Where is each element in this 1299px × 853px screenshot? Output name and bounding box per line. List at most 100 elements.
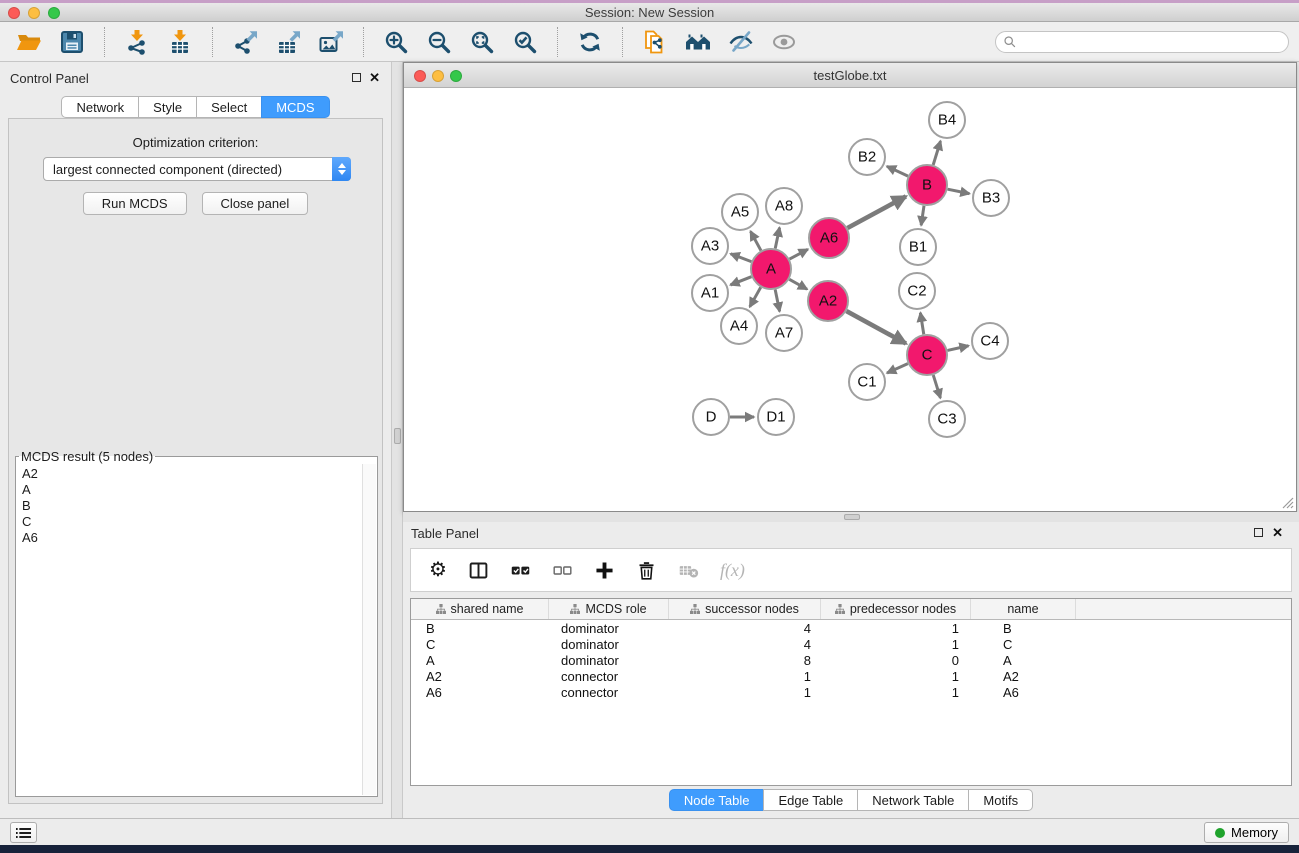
edge-A6-B[interactable] (847, 196, 905, 228)
table-row[interactable]: A2connector11A2 (411, 668, 1291, 684)
run-mcds-button[interactable]: Run MCDS (83, 192, 187, 215)
column-header-name[interactable]: name (971, 599, 1076, 619)
table-cell[interactable]: 8 (669, 653, 821, 668)
table-cell[interactable]: C (971, 637, 1076, 652)
table-cell[interactable]: connector (549, 669, 669, 684)
eye-button[interactable] (767, 25, 801, 59)
result-item[interactable]: A (22, 482, 362, 498)
clear-checkboxes-button[interactable] (552, 555, 573, 585)
search-input[interactable] (1021, 33, 1288, 51)
result-item[interactable]: A2 (22, 466, 362, 482)
select-all-checkboxes-button[interactable] (510, 555, 531, 585)
table-cell[interactable]: A (971, 653, 1076, 668)
add-button[interactable] (594, 555, 615, 585)
table-cell[interactable]: 1 (821, 637, 971, 652)
edge-C-C4[interactable] (947, 346, 968, 351)
table-cell[interactable]: A2 (411, 669, 549, 684)
float-panel-icon[interactable] (1254, 528, 1263, 537)
edge-B-B1[interactable] (921, 206, 924, 225)
memory-button[interactable]: Memory (1204, 822, 1289, 843)
mcds-result-list[interactable]: A2ABCA6 (17, 464, 362, 795)
node-A2[interactable]: A2 (808, 281, 848, 321)
open-file-button[interactable] (12, 25, 46, 59)
criterion-select[interactable]: largest connected component (directed) (43, 157, 351, 181)
edge-A-A6[interactable] (790, 249, 808, 259)
zoom-fit-button[interactable] (465, 25, 499, 59)
zoom-selected-button[interactable] (508, 25, 542, 59)
node-B3[interactable]: B3 (973, 180, 1009, 216)
column-header-predecessor-nodes[interactable]: predecessor nodes (821, 599, 971, 619)
table-cell[interactable]: dominator (549, 621, 669, 636)
tab-network-table[interactable]: Network Table (857, 789, 969, 811)
column-header-shared-name[interactable]: shared name (411, 599, 549, 619)
splitter-handle[interactable] (394, 428, 401, 444)
close-panel-icon[interactable]: ✕ (369, 70, 380, 86)
result-item[interactable]: C (22, 514, 362, 530)
refresh-button[interactable] (573, 25, 607, 59)
tab-style[interactable]: Style (138, 96, 197, 118)
table-row[interactable]: Cdominator41C (411, 636, 1291, 652)
node-A8[interactable]: A8 (766, 188, 802, 224)
table-cell[interactable]: 4 (669, 621, 821, 636)
edge-A-A2[interactable] (789, 279, 807, 289)
edge-B-B2[interactable] (887, 166, 908, 176)
node-B1[interactable]: B1 (900, 229, 936, 265)
node-C[interactable]: C (907, 335, 947, 375)
node-B4[interactable]: B4 (929, 102, 965, 138)
function-builder-button[interactable]: f(x) (720, 555, 745, 585)
show-columns-button[interactable] (468, 555, 489, 585)
titlebar[interactable]: Session: New Session (0, 3, 1299, 22)
table-cell[interactable]: 1 (821, 685, 971, 700)
export-image-button[interactable] (314, 25, 348, 59)
node-D[interactable]: D (693, 399, 729, 435)
node-C1[interactable]: C1 (849, 364, 885, 400)
edge-A2-C[interactable] (846, 311, 905, 343)
node-A4[interactable]: A4 (721, 308, 757, 344)
zoom-in-button[interactable] (379, 25, 413, 59)
table-cell[interactable]: dominator (549, 637, 669, 652)
edge-A-A5[interactable] (751, 231, 761, 250)
edge-C-C2[interactable] (920, 313, 923, 335)
float-panel-icon[interactable] (352, 73, 361, 82)
node-A3[interactable]: A3 (692, 228, 728, 264)
table-cell[interactable]: A (411, 653, 549, 668)
tab-network[interactable]: Network (61, 96, 139, 118)
network-canvas[interactable]: B4B2BB3A5A8A6A3B1AC2A1A2A4A7C4CC1C3DD1 (404, 88, 1296, 511)
node-C3[interactable]: C3 (929, 401, 965, 437)
edge-B-B4[interactable] (933, 141, 940, 165)
table-cell[interactable]: 0 (821, 653, 971, 668)
table-cell[interactable]: 4 (669, 637, 821, 652)
table-cell[interactable]: 1 (821, 669, 971, 684)
tab-edge-table[interactable]: Edge Table (763, 789, 858, 811)
network-frame-titlebar[interactable]: testGlobe.txt (404, 63, 1296, 88)
node-A5[interactable]: A5 (722, 194, 758, 230)
table-cell[interactable]: 1 (821, 621, 971, 636)
table-cell[interactable]: A2 (971, 669, 1076, 684)
result-item[interactable]: B (22, 498, 362, 514)
table-settings-button[interactable]: ⚙ (429, 555, 447, 585)
table-cell[interactable]: connector (549, 685, 669, 700)
copy-network-button[interactable] (638, 25, 672, 59)
edge-A-A3[interactable] (731, 254, 752, 262)
node-B2[interactable]: B2 (849, 139, 885, 175)
tab-select[interactable]: Select (196, 96, 262, 118)
export-network-button[interactable] (228, 25, 262, 59)
node-A[interactable]: A (751, 249, 791, 289)
result-scrollbar[interactable] (362, 464, 376, 795)
node-A7[interactable]: A7 (766, 315, 802, 351)
edge-A-A7[interactable] (775, 290, 779, 312)
table-cell[interactable]: dominator (549, 653, 669, 668)
edge-A-A8[interactable] (775, 228, 779, 249)
node-B[interactable]: B (907, 165, 947, 205)
table-cell[interactable]: C (411, 637, 549, 652)
close-panel-button[interactable]: Close panel (202, 192, 309, 215)
resize-grip-icon[interactable] (1280, 495, 1294, 509)
edge-B-B3[interactable] (948, 189, 970, 193)
node-A6[interactable]: A6 (809, 218, 849, 258)
result-item[interactable]: A6 (22, 530, 362, 546)
column-header-successor-nodes[interactable]: successor nodes (669, 599, 821, 619)
export-table-button[interactable] (271, 25, 305, 59)
import-network-button[interactable] (120, 25, 154, 59)
table-cell[interactable]: B (971, 621, 1076, 636)
search-field[interactable] (995, 31, 1289, 53)
